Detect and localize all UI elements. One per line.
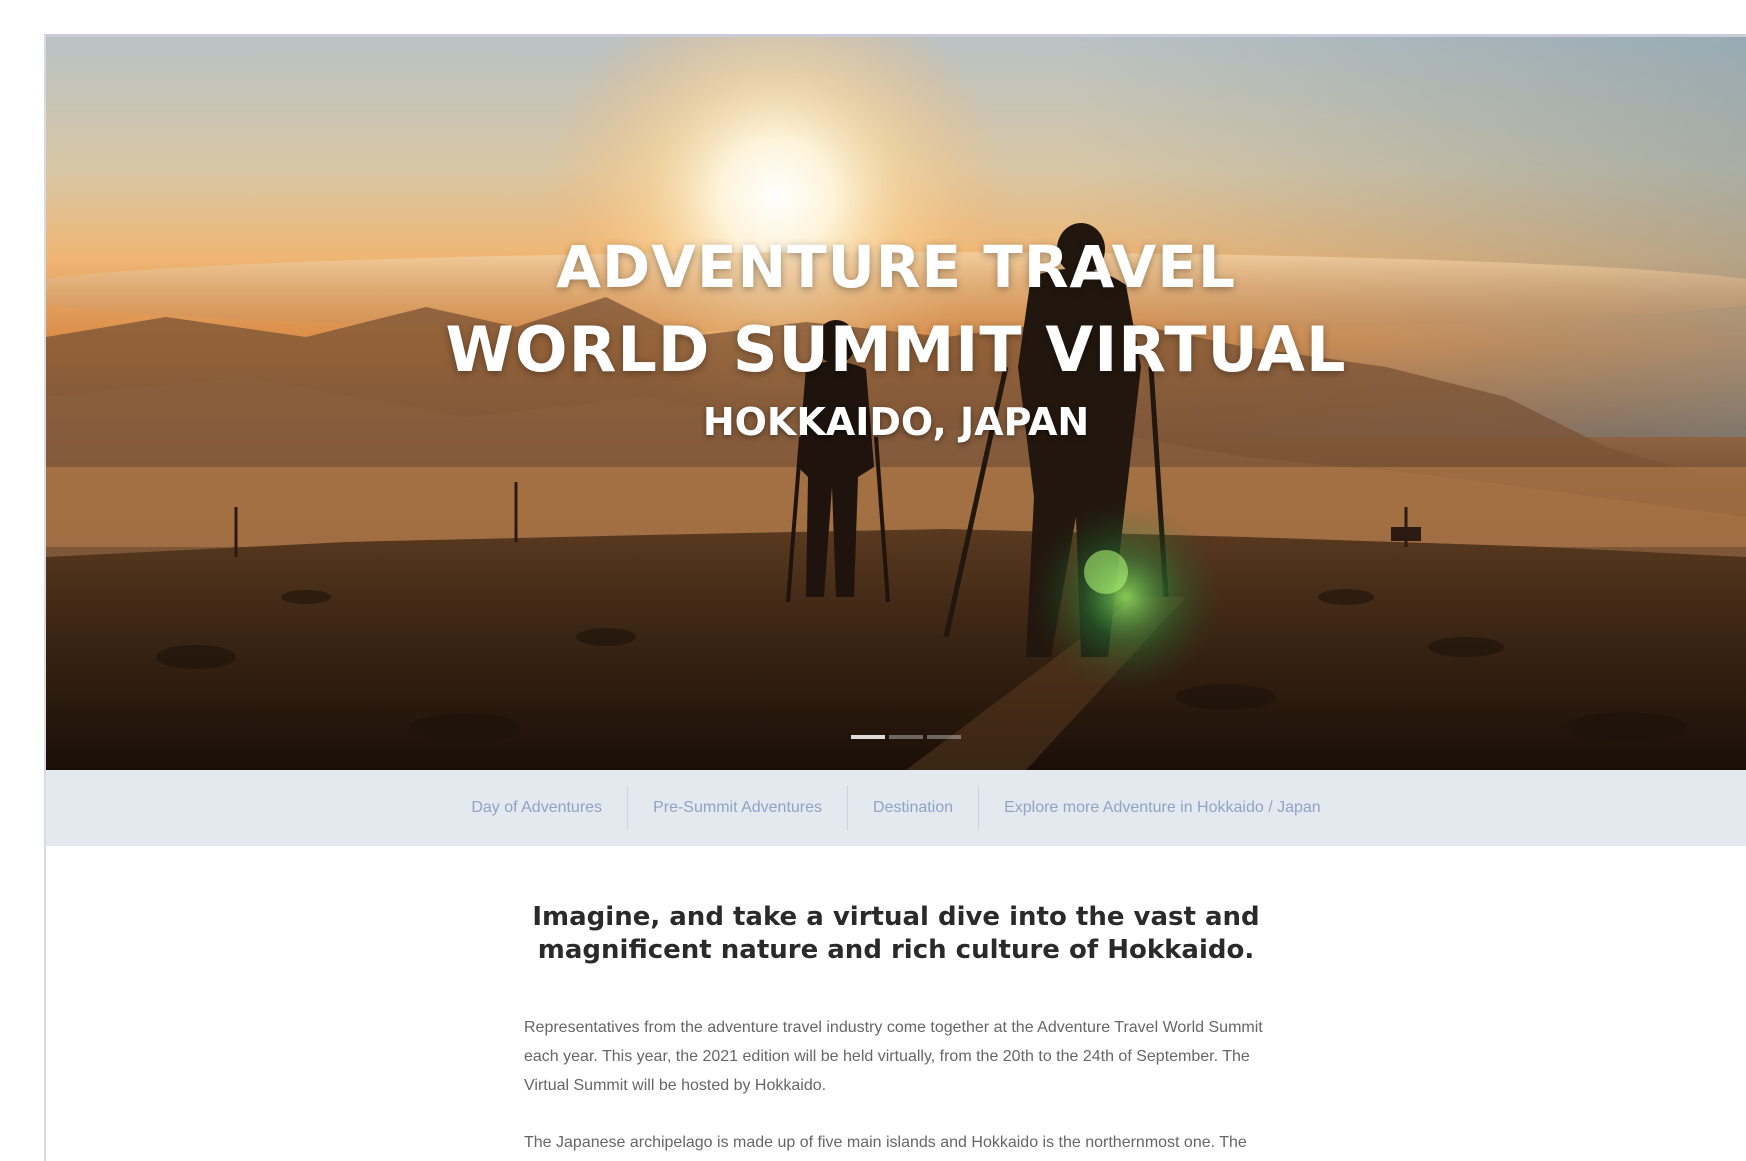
hero-subtitle: HOKKAIDO, JAPAN xyxy=(702,400,1090,444)
nav-item-explore-more[interactable]: Explore more Adventure in Hokkaido / Jap… xyxy=(979,786,1346,830)
carousel-dot-2[interactable] xyxy=(889,735,923,739)
intro-paragraph-1: Representatives from the adventure trave… xyxy=(524,1019,1263,1094)
intro-paragraph-2: The Japanese archipelago is made up of f… xyxy=(524,1134,1247,1151)
hero-title-line1: ADVENTURE TRAVEL xyxy=(556,233,1236,301)
hero-banner: ADVENTURE TRAVEL WORLD SUMMIT VIRTUAL HO… xyxy=(46,37,1746,770)
carousel-dot-3[interactable] xyxy=(927,735,961,739)
carousel-indicators xyxy=(851,735,961,739)
hero-title-line2: WORLD SUMMIT VIRTUAL xyxy=(445,313,1347,386)
section-nav: Day of Adventures Pre-Summit Adventures … xyxy=(46,770,1746,846)
nav-item-day-of-adventures[interactable]: Day of Adventures xyxy=(446,786,627,830)
site-frame: ADVENTURE TRAVEL WORLD SUMMIT VIRTUAL HO… xyxy=(46,37,1746,1161)
left-gutter xyxy=(0,36,45,1161)
intro-section: Imagine, and take a virtual dive into th… xyxy=(46,846,1746,1161)
top-strip xyxy=(0,0,1746,36)
carousel-dot-1[interactable] xyxy=(851,735,885,739)
browser-page: ADVENTURE TRAVEL WORLD SUMMIT VIRTUAL HO… xyxy=(0,0,1746,1161)
nav-item-destination[interactable]: Destination xyxy=(848,786,978,830)
intro-headline: Imagine, and take a virtual dive into th… xyxy=(532,902,1260,965)
nav-item-pre-summit-adventures[interactable]: Pre-Summit Adventures xyxy=(628,786,847,830)
